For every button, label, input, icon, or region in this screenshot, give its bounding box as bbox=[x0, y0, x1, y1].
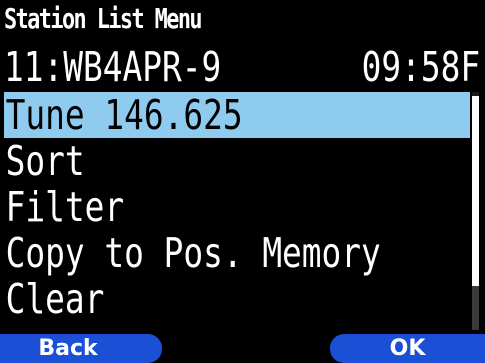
scrollbar[interactable] bbox=[472, 92, 479, 330]
menu-item-label: Sort bbox=[5, 137, 85, 185]
scrollbar-thumb[interactable] bbox=[472, 96, 479, 286]
ok-button[interactable]: OK bbox=[330, 334, 485, 363]
menu-item-label: Tune 146.625 bbox=[5, 91, 243, 139]
menu-item-label: Filter bbox=[5, 183, 125, 231]
menu-item-label: Copy to Pos. Memory bbox=[5, 229, 381, 277]
menu-list: Tune 146.625 Sort Filter Copy to Pos. Me… bbox=[4, 92, 470, 322]
station-entry: 11:WB4APR-9 bbox=[4, 43, 222, 91]
menu-item-clear[interactable]: Clear bbox=[4, 276, 470, 322]
radio-display: Station List Menu 11:WB4APR-9 09:58F Tun… bbox=[0, 0, 485, 363]
scrollbar-track-remainder bbox=[472, 286, 479, 330]
menu-item-tune[interactable]: Tune 146.625 bbox=[4, 92, 470, 138]
menu-title: Station List Menu bbox=[4, 2, 203, 35]
status-row: 11:WB4APR-9 09:58F bbox=[4, 44, 480, 90]
status-time: 09:58F bbox=[361, 43, 480, 91]
menu-item-filter[interactable]: Filter bbox=[4, 184, 470, 230]
menu-item-label: Clear bbox=[5, 275, 105, 323]
menu-item-copy-to-pos-memory[interactable]: Copy to Pos. Memory bbox=[4, 230, 470, 276]
back-button[interactable]: Back bbox=[0, 334, 162, 363]
menu-item-sort[interactable]: Sort bbox=[4, 138, 470, 184]
